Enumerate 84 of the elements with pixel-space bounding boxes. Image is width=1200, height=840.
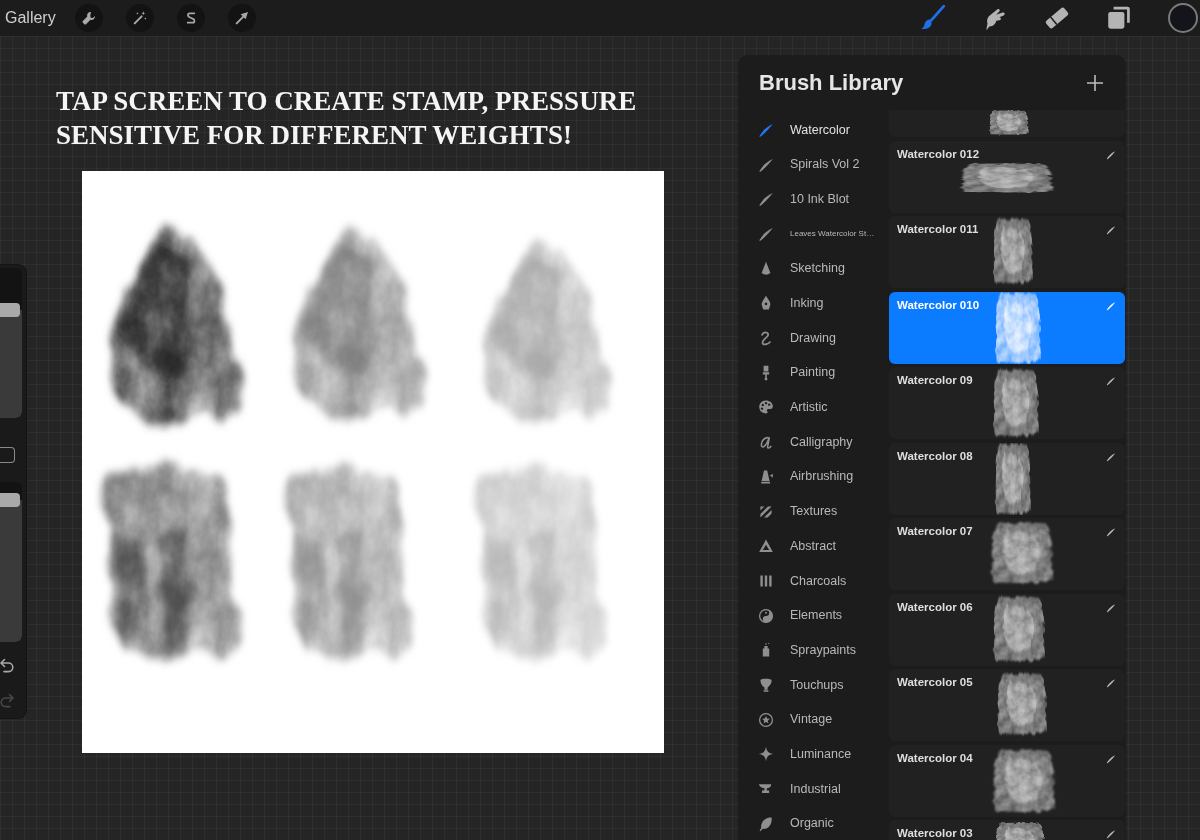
brush-icon[interactable]	[919, 4, 947, 32]
stroke-preview	[996, 822, 1045, 840]
category-item[interactable]: Vintage	[738, 702, 888, 737]
category-item[interactable]: Organic	[738, 806, 888, 840]
caption-text: TAP SCREEN TO CREATE STAMP, PRESSURE SENSITIVE FOR DIFFERENT WEIGHTS!	[56, 85, 638, 152]
cursive-letter-icon	[758, 434, 774, 451]
s-curve-button[interactable]	[176, 4, 205, 32]
yin-yang-icon	[758, 607, 774, 624]
category-item[interactable]: Spraypaints	[738, 632, 888, 668]
category-item[interactable]: Luminance	[738, 736, 888, 772]
slider-thumb[interactable]	[0, 303, 20, 317]
brush-stroke-icon	[1105, 376, 1117, 386]
brush-stroke-icon	[1105, 602, 1117, 613]
brush-stroke-icon	[1105, 300, 1117, 311]
drawing-canvas[interactable]	[82, 171, 664, 753]
category-item[interactable]: Painting	[738, 355, 888, 391]
airbrush-icon	[758, 468, 774, 485]
brush-item[interactable]: Watercolor 012	[889, 140, 1125, 213]
category-item[interactable]: Sketching	[738, 251, 888, 287]
category-item[interactable]: Charcoals	[738, 563, 888, 599]
brush-stroke-icon	[1105, 678, 1117, 688]
category-item[interactable]: Inking	[738, 286, 888, 321]
triangle-icon	[758, 538, 774, 555]
brush-item[interactable]: Watercolor 010	[889, 291, 1125, 364]
squiggle-icon	[758, 330, 774, 347]
layers-icon[interactable]	[1105, 4, 1133, 32]
brush-item[interactable]: Watercolor 04	[889, 744, 1125, 817]
category-item[interactable]: Spirals Vol 2	[738, 147, 888, 182]
magic-wand-button[interactable]	[125, 4, 154, 32]
wrench-button[interactable]	[74, 4, 103, 32]
slider-thumb[interactable]	[0, 492, 20, 507]
color-swatch-icon[interactable]	[1168, 3, 1198, 33]
brush-item[interactable]: Watercolor 011	[889, 216, 1125, 288]
stroke-preview	[998, 674, 1047, 734]
wrench-icon	[80, 10, 97, 26]
stroke-preview	[989, 110, 1029, 135]
square-button[interactable]	[0, 447, 15, 463]
brush-stroke-icon	[758, 191, 774, 208]
size-slider[interactable]	[0, 268, 22, 418]
brush-item[interactable]: Watercolor 05	[889, 669, 1125, 741]
palette-icon	[758, 399, 774, 416]
category-item[interactable]: Airbrushing	[738, 459, 888, 495]
category-item[interactable]: Textures	[738, 494, 888, 529]
stroke-preview	[994, 749, 1055, 812]
stroke-preview	[994, 370, 1039, 436]
stroke-preview	[993, 219, 1033, 283]
add-icon[interactable]	[1086, 73, 1104, 92]
brush-item[interactable]: Watercolor 09	[889, 367, 1125, 439]
star-circle-icon	[758, 711, 774, 728]
three-bars-icon	[758, 572, 774, 589]
brush-stroke-icon	[1105, 753, 1117, 764]
leaf-icon	[758, 815, 774, 832]
category-item[interactable]: Elements	[738, 598, 888, 633]
cup-icon	[758, 676, 774, 693]
magic-wand-icon	[131, 10, 148, 26]
category-item[interactable]: Drawing	[738, 320, 888, 356]
arrow-button[interactable]	[227, 4, 256, 32]
brush-item[interactable]: Watercolor 07	[889, 518, 1125, 590]
brush-item[interactable]: Watercolor 03	[889, 820, 1125, 840]
category-item[interactable]: Watercolor	[738, 112, 888, 148]
panel-title: Brush Library	[759, 69, 904, 96]
gallery-button[interactable]: Gallery	[5, 8, 56, 28]
brush-stroke-icon	[758, 226, 774, 242]
category-item[interactable]: Industrial	[738, 771, 888, 807]
arrow-icon	[233, 10, 250, 26]
undo-icon[interactable]	[0, 657, 14, 673]
brush-stroke-icon	[1105, 829, 1117, 839]
category-item[interactable]: Leaves Watercolor St…	[738, 216, 888, 252]
brush-stroke-icon	[1105, 149, 1117, 160]
stroke-preview	[992, 523, 1053, 583]
brush-item[interactable]	[889, 110, 1125, 137]
brush-item[interactable]: Watercolor 06	[889, 593, 1125, 666]
stroke-preview	[994, 596, 1045, 661]
category-item[interactable]: Touchups	[738, 667, 888, 703]
category-item[interactable]: 10 Ink Blot	[738, 181, 888, 217]
category-item[interactable]: Abstract	[738, 528, 888, 564]
brush-item[interactable]: Watercolor 08	[889, 442, 1125, 515]
stroke-preview	[995, 443, 1031, 514]
brush-stroke-icon	[1105, 451, 1117, 462]
brush-stroke-icon	[1105, 225, 1117, 235]
brush-stroke-icon	[1105, 527, 1117, 537]
stroke-preview	[996, 292, 1041, 363]
category-item[interactable]: Calligraphy	[738, 424, 888, 460]
category-item[interactable]: Artistic	[738, 390, 888, 425]
